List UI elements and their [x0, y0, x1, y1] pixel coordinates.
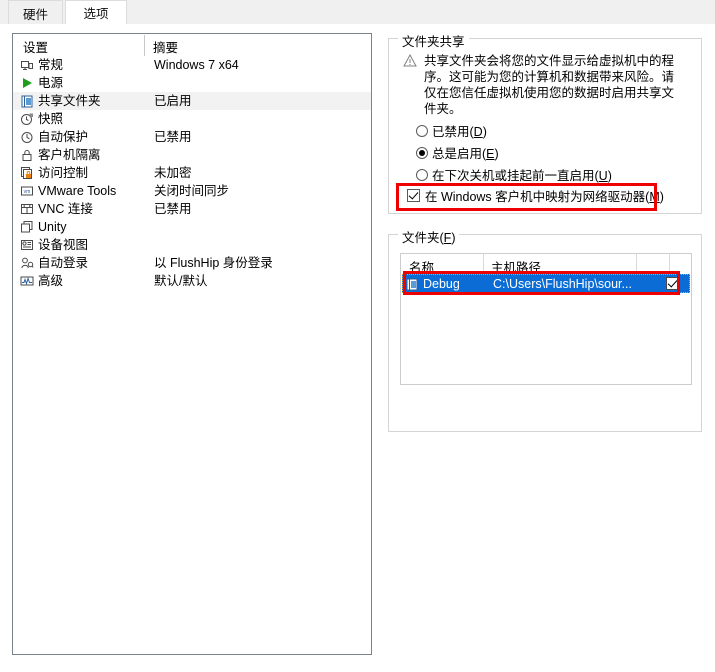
settings-row-label: 共享文件夹: [38, 94, 101, 108]
settings-row-label: VMware Tools: [38, 184, 117, 198]
settings-row-label: 快照: [38, 112, 64, 126]
tab-strip: 硬件 选项: [0, 0, 715, 26]
radio-disabled[interactable]: 已禁用(D): [416, 121, 487, 140]
radio-disabled-indicator[interactable]: [416, 124, 428, 137]
radio-enabled-until-shutdown-label: 在下次关机或挂起前一直启用(U): [432, 169, 612, 183]
summary-column-header: 摘要: [153, 41, 179, 55]
settings-row-2[interactable]: 电源: [13, 74, 371, 92]
settings-row-summary: 已禁用: [154, 130, 192, 144]
monitor-icon: [20, 58, 34, 72]
settings-row-label: 电源: [38, 76, 64, 90]
vm-settings-options-pane: 硬件 选项 设置 摘要 常规 Windows 7 x64 电源共享文件夹 已启用快照自…: [0, 0, 715, 672]
folder-name-cell: Debug: [423, 276, 460, 291]
auto-login-icon: [20, 256, 34, 270]
settings-row-5[interactable]: 自动保护 已禁用: [13, 128, 371, 146]
radio-always-enabled[interactable]: 总是启用(E): [416, 143, 499, 162]
settings-header-divider: [144, 35, 145, 56]
folder-sharing-title: 文件夹共享: [398, 31, 469, 50]
column-splitter-2[interactable]: [636, 254, 637, 274]
host-path-cell: C:\Users\FlushHip\sour...: [493, 276, 632, 291]
folder-sharing-group: 文件夹共享 共享文件夹会将您的文件显示给虚拟机中的程序。这可能为您的计算机和数据…: [388, 31, 702, 214]
settings-row-summary: 默认/默认: [154, 274, 208, 288]
tab-options-label: 选项: [83, 7, 109, 21]
shared-folders-header: 名称 主机路径: [401, 254, 691, 275]
autoprotect-icon: [20, 130, 34, 144]
settings-row-summary: 已启用: [154, 94, 192, 108]
settings-row-7[interactable]: 访问控制 未加密: [13, 164, 371, 182]
folder-enabled-checkbox[interactable]: [666, 277, 679, 290]
snapshot-clock-icon: [20, 112, 34, 126]
settings-row-label: 客户机隔离: [38, 148, 101, 162]
settings-rows: 常规 Windows 7 x64 电源 共享文件夹 已启用 快照 自动保护 已禁用 客户机隔离访…: [13, 56, 371, 290]
settings-row-label: 设备视图: [38, 238, 89, 252]
folders-group: 文件夹(F) 名称 主机路径 Debug C:\Users\FlushHip\s…: [388, 227, 702, 432]
settings-list-header: 设置 摘要: [13, 34, 371, 56]
map-as-network-drive-checkbox[interactable]: 在 Windows 客户机中映射为网络驱动器(M): [407, 186, 664, 205]
svg-text:vm: vm: [24, 189, 31, 195]
settings-row-summary: 未加密: [154, 166, 192, 180]
settings-row-summary: 关闭时间同步: [154, 184, 230, 198]
settings-row-summary: 以 FlushHip 身份登录: [154, 256, 273, 270]
vnc-icon: [20, 202, 34, 216]
settings-row-label: 访问控制: [38, 166, 89, 180]
access-control-icon: [20, 166, 34, 180]
settings-row-3[interactable]: 共享文件夹 已启用: [13, 92, 371, 110]
warning-triangle-icon: [403, 53, 417, 117]
table-row[interactable]: Debug C:\Users\FlushHip\sour...: [402, 274, 690, 293]
settings-row-summary: 已禁用: [154, 202, 192, 216]
settings-list-panel[interactable]: 设置 摘要 常规 Windows 7 x64 电源 共享文件夹 已启用 快照 自动保护 已禁用…: [12, 33, 372, 655]
settings-column-header: 设置: [23, 41, 49, 55]
settings-row-4[interactable]: 快照: [13, 110, 371, 128]
map-as-network-drive-label: 在 Windows 客户机中映射为网络驱动器(M): [425, 190, 664, 204]
unity-icon: [20, 220, 34, 234]
power-play-icon: [20, 76, 34, 90]
settings-row-11[interactable]: 设备视图: [13, 236, 371, 254]
column-splitter-1[interactable]: [483, 254, 484, 274]
settings-row-8[interactable]: vm VMware Tools 关闭时间同步: [13, 182, 371, 200]
settings-row-summary: Windows 7 x64: [154, 58, 239, 72]
device-view-icon: [20, 238, 34, 252]
settings-row-13[interactable]: 高级 默认/默认: [13, 272, 371, 290]
vmware-tools-icon: vm: [20, 184, 34, 198]
settings-row-label: Unity: [38, 220, 67, 234]
sharing-warning-text: 共享文件夹会将您的文件显示给虚拟机中的程序。这可能为您的计算机和数据带来风险。请…: [424, 54, 675, 116]
radio-always-enabled-label: 总是启用(E): [432, 147, 499, 161]
settings-row-label: 自动登录: [38, 256, 89, 270]
advanced-icon: [20, 274, 34, 288]
settings-row-10[interactable]: Unity: [13, 218, 371, 236]
settings-row-12[interactable]: 自动登录 以 FlushHip 身份登录: [13, 254, 371, 272]
shared-folder-icon: [405, 277, 419, 291]
settings-row-label: VNC 连接: [38, 202, 93, 216]
shared-folder-icon: [20, 94, 34, 108]
settings-row-6[interactable]: 客户机隔离: [13, 146, 371, 164]
settings-row-label: 常规: [38, 58, 64, 72]
map-as-network-drive-checkbox-indicator[interactable]: [407, 189, 420, 202]
lock-icon: [20, 148, 34, 162]
tab-hardware[interactable]: 硬件: [8, 0, 63, 25]
folders-group-title: 文件夹(F): [398, 227, 460, 246]
radio-enabled-until-shutdown-indicator[interactable]: [416, 168, 428, 181]
radio-enabled-until-shutdown[interactable]: 在下次关机或挂起前一直启用(U): [416, 165, 612, 184]
tab-content-seam: [0, 24, 715, 26]
shared-folders-listview[interactable]: 名称 主机路径 Debug C:\Users\FlushHip\sour...: [400, 253, 692, 385]
sharing-warning: 共享文件夹会将您的文件显示给虚拟机中的程序。这可能为您的计算机和数据带来风险。请…: [403, 53, 685, 117]
tab-hardware-label: 硬件: [22, 7, 48, 22]
tab-options[interactable]: 选项: [65, 0, 127, 25]
settings-row-1[interactable]: 常规 Windows 7 x64: [13, 56, 371, 74]
radio-always-enabled-indicator[interactable]: [416, 146, 428, 159]
settings-row-label: 自动保护: [38, 130, 89, 144]
settings-row-9[interactable]: VNC 连接 已禁用: [13, 200, 371, 218]
radio-disabled-label: 已禁用(D): [432, 125, 487, 139]
settings-row-label: 高级: [38, 274, 64, 288]
column-splitter-3[interactable]: [669, 254, 670, 274]
